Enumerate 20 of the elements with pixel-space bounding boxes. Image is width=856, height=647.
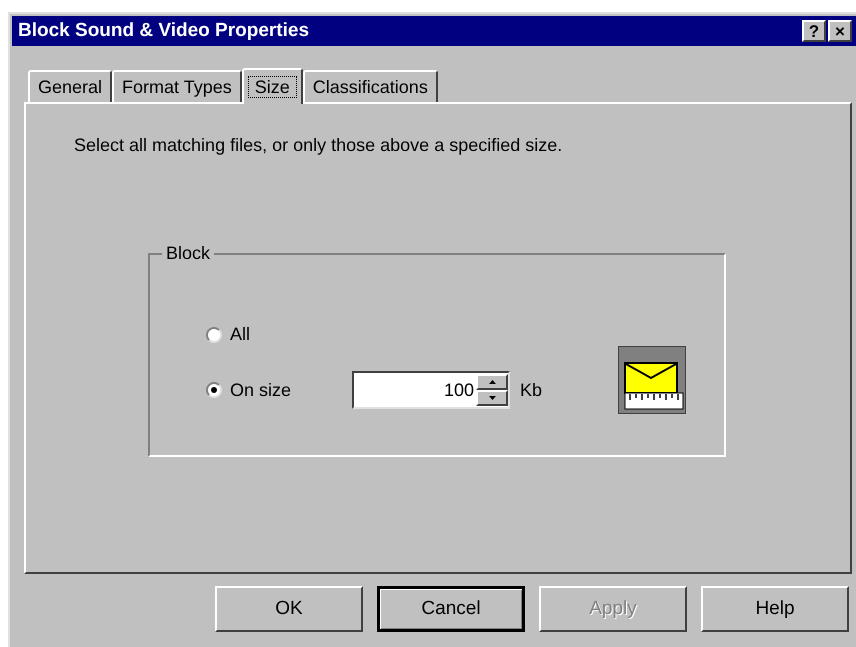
unit-label: Kb <box>520 378 542 402</box>
description-text: Select all matching files, or only those above a specified size. <box>74 134 564 157</box>
tab[interactable]: Classifications <box>302 70 438 102</box>
radio-label: On size <box>230 378 292 402</box>
tab[interactable]: Size <box>242 68 303 104</box>
spin-up-icon[interactable] <box>476 374 508 390</box>
size-value: 100 <box>442 378 475 402</box>
radio-label: All <box>230 323 250 346</box>
radio-button[interactable] <box>206 382 222 398</box>
spin-down-icon[interactable] <box>476 390 508 406</box>
window-title: Block Sound & Video Properties <box>18 18 310 43</box>
help-button[interactable]: ? <box>802 20 826 42</box>
dialog-button[interactable]: Help <box>701 586 849 632</box>
close-button[interactable]: × <box>828 20 852 42</box>
tab[interactable]: General <box>28 70 112 102</box>
dialog-button[interactable]: Cancel <box>377 586 525 632</box>
size-spinbox[interactable]: 100 <box>352 371 510 409</box>
dialog-button[interactable]: OK <box>215 586 363 632</box>
radio-button[interactable] <box>206 326 222 342</box>
envelope-ruler-icon <box>618 346 686 414</box>
